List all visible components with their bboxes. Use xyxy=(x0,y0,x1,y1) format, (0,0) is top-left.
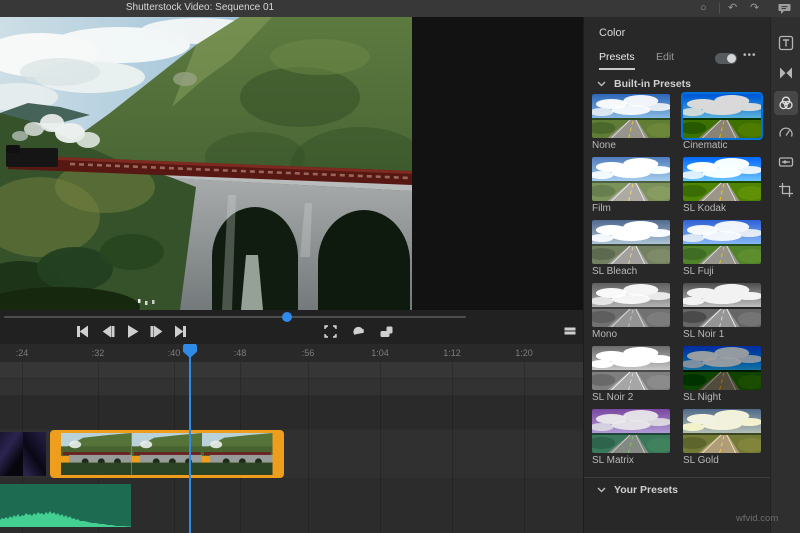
loop-button[interactable] xyxy=(350,323,366,339)
chevron-down-icon xyxy=(597,487,606,493)
section-divider xyxy=(584,477,771,478)
program-monitor[interactable] xyxy=(0,17,583,310)
preset-thumbnail xyxy=(683,157,761,201)
audio-clip[interactable] xyxy=(0,484,131,527)
preset-thumbnail xyxy=(683,283,761,327)
toggle-knob xyxy=(727,54,736,63)
preset-sl-night[interactable]: SL Night xyxy=(683,346,761,404)
video-clip-dark[interactable] xyxy=(0,432,46,476)
ruler-tick: 1:20 xyxy=(515,348,533,358)
chevron-down-icon xyxy=(597,81,606,87)
transport-bar xyxy=(0,310,583,344)
panel-title: Color xyxy=(599,27,626,39)
fullscreen-button[interactable] xyxy=(322,323,338,339)
step-back-button[interactable] xyxy=(100,323,116,339)
preset-thumbnail xyxy=(592,346,670,390)
clip-thumbnail xyxy=(202,433,273,475)
preset-thumbnail xyxy=(592,94,670,138)
preset-thumbnail xyxy=(592,409,670,453)
status-circle-icon[interactable]: ○ xyxy=(700,1,707,15)
preset-sl-bleach[interactable]: SL Bleach xyxy=(592,220,670,278)
color-enabled-toggle[interactable] xyxy=(715,53,737,64)
preset-thumbnail xyxy=(592,157,670,201)
color-icon[interactable] xyxy=(778,95,794,111)
clip-thumbnail xyxy=(61,433,132,475)
playhead[interactable] xyxy=(189,352,191,533)
ruler-tick: :48 xyxy=(233,348,247,358)
watermark: wfvid.com xyxy=(736,513,779,524)
preset-sl-matrix[interactable]: SL Matrix xyxy=(592,409,670,467)
preset-thumbnail xyxy=(683,220,761,264)
ruler-tick: :24 xyxy=(15,348,29,358)
preview-scrubber[interactable] xyxy=(4,316,466,318)
ruler-tick: :56 xyxy=(301,348,315,358)
tab-presets[interactable]: Presets xyxy=(599,51,635,70)
video-frame-train-viaduct xyxy=(0,17,430,310)
crop-rotate-icon[interactable] xyxy=(778,182,794,198)
go-to-start-button[interactable] xyxy=(74,323,90,339)
preset-mono[interactable]: Mono xyxy=(592,283,670,341)
more-options-icon[interactable]: ••• xyxy=(743,50,757,61)
color-panel: Color Presets Edit ••• Built-in Presets … xyxy=(583,17,771,533)
video-clip-selected[interactable] xyxy=(50,430,284,478)
section-your-presets[interactable]: Your Presets xyxy=(597,484,678,496)
track-lane xyxy=(0,379,583,395)
timeline-ruler[interactable]: :24 :32 :40 :48 :56 1:04 1:12 1:20 xyxy=(0,344,583,362)
sequence-title: Shutterstock Video: Sequence 01 xyxy=(125,2,275,13)
go-to-end-button[interactable] xyxy=(172,323,188,339)
preset-sl-kodak[interactable]: SL Kodak xyxy=(683,157,761,215)
preset-thumbnail xyxy=(592,220,670,264)
preset-film[interactable]: Film xyxy=(592,157,670,215)
preset-cinematic[interactable]: Cinematic xyxy=(681,92,763,152)
preset-none[interactable]: None xyxy=(592,94,670,152)
app-window: Shutterstock Video: Sequence 01 ○ | ↶ ↷ xyxy=(0,0,800,533)
tab-edit[interactable]: Edit xyxy=(656,51,674,68)
step-forward-button[interactable] xyxy=(148,323,164,339)
track-lane xyxy=(0,396,583,429)
titles-icon[interactable] xyxy=(778,35,794,51)
audio-icon[interactable] xyxy=(778,154,794,170)
ruler-tick: 1:04 xyxy=(371,348,389,358)
preset-grid: None Cinematic Film SL Kodak SL Bleach S… xyxy=(592,92,763,467)
playback-quality-icon[interactable] xyxy=(378,323,394,339)
undo-icon[interactable]: ↶ xyxy=(728,1,737,15)
preset-thumbnail xyxy=(683,346,761,390)
scrubber-handle[interactable] xyxy=(282,312,292,322)
ruler-tick: 1:12 xyxy=(443,348,461,358)
preset-thumbnail-selected xyxy=(681,92,763,140)
track-lane xyxy=(0,362,583,378)
speed-icon[interactable] xyxy=(778,125,794,141)
preset-thumbnail xyxy=(683,409,761,453)
preset-sl-fuji[interactable]: SL Fuji xyxy=(683,220,761,278)
tool-sidebar xyxy=(770,17,800,533)
timeline-tracks[interactable] xyxy=(0,362,583,533)
title-bar: Shutterstock Video: Sequence 01 ○ | ↶ ↷ xyxy=(0,0,800,17)
redo-icon[interactable]: ↷ xyxy=(750,1,759,15)
divider: | xyxy=(718,2,721,14)
preset-sl-noir-2[interactable]: SL Noir 2 xyxy=(592,346,670,404)
preset-thumbnail xyxy=(592,283,670,327)
timeline-settings-icon[interactable] xyxy=(562,323,578,339)
clip-thumbnail xyxy=(131,433,203,475)
play-button[interactable] xyxy=(124,323,140,339)
feedback-icon[interactable] xyxy=(778,3,791,18)
preset-sl-gold[interactable]: SL Gold xyxy=(683,409,761,467)
preset-sl-noir-1[interactable]: SL Noir 1 xyxy=(683,283,761,341)
ruler-tick: :32 xyxy=(91,348,105,358)
transitions-icon[interactable] xyxy=(778,65,794,81)
section-built-in-presets[interactable]: Built-in Presets xyxy=(597,78,691,90)
